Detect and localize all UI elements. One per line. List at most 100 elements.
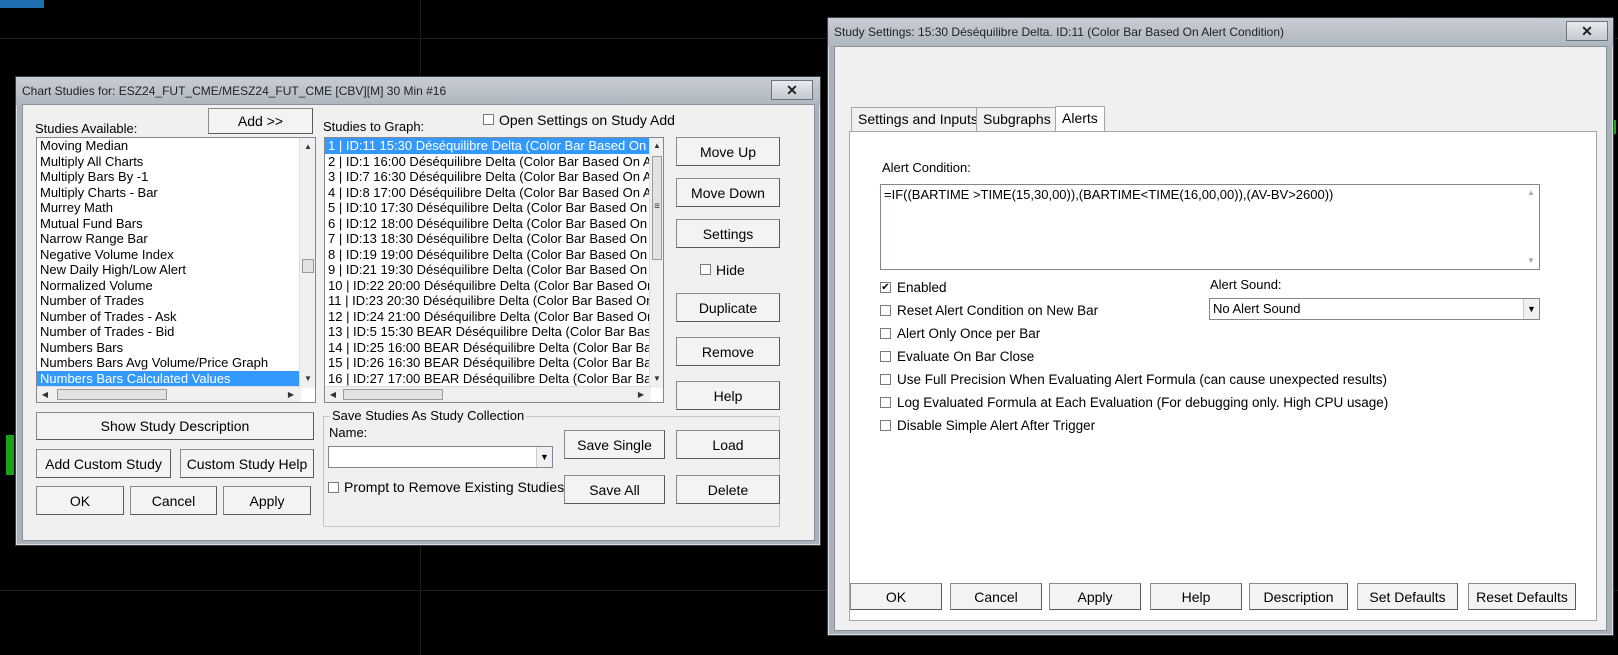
scroll-up-arrow-icon[interactable]: ▲ (302, 142, 314, 152)
ok-button[interactable]: OK (850, 583, 942, 610)
list-item[interactable]: 5 | ID:10 17:30 Déséquilibre Delta (Colo… (325, 200, 663, 216)
horizontal-scrollbar[interactable]: ◀ ▶ (325, 386, 651, 402)
list-item[interactable]: Multiply Charts - Bar (37, 185, 315, 201)
settings-button[interactable]: Settings (676, 219, 780, 248)
description-button[interactable]: Description (1249, 583, 1348, 610)
help-button[interactable]: Help (1150, 583, 1242, 610)
scroll-thumb[interactable] (302, 259, 314, 273)
move-up-button[interactable]: Move Up (676, 137, 780, 166)
list-item[interactable]: 15 | ID:26 16:30 BEAR Déséquilibre Delta… (325, 355, 663, 371)
dropdown-arrow-icon[interactable]: ▼ (536, 447, 552, 467)
list-item[interactable]: Number of Trades (37, 293, 315, 309)
open-settings-checkbox[interactable] (483, 114, 494, 125)
duplicate-button[interactable]: Duplicate (676, 293, 780, 322)
dropdown-arrow-icon[interactable]: ▼ (1523, 299, 1539, 319)
list-item[interactable]: Number of Trades - Ask (37, 309, 315, 325)
tab-subgraphs[interactable]: Subgraphs (976, 107, 1058, 131)
list-item[interactable]: Narrow Range Bar (37, 231, 315, 247)
list-item[interactable]: Numbers Bars Avg Volume/Price Graph (37, 355, 315, 371)
alert-option-checkbox[interactable] (880, 351, 891, 362)
list-item[interactable]: Murrey Math (37, 200, 315, 216)
remove-button[interactable]: Remove (676, 337, 780, 366)
delete-button[interactable]: Delete (676, 475, 780, 504)
alert-option-label: Log Evaluated Formula at Each Evaluation… (897, 395, 1389, 410)
help-button[interactable]: Help (676, 381, 780, 410)
studies-available-list[interactable]: Moving Median Multiply All Charts Multiply… (36, 137, 316, 403)
show-study-description-button[interactable]: Show Study Description (36, 412, 314, 440)
cancel-button[interactable]: Cancel (950, 583, 1042, 610)
alert-sound-select[interactable]: No Alert Sound ▼ (1209, 298, 1540, 320)
scroll-left-arrow-icon[interactable]: ◀ (327, 390, 339, 400)
list-item[interactable]: Multiply Bars By -1 (37, 169, 315, 185)
alert-condition-textarea[interactable]: =IF((BARTIME >TIME(15,30,00)),(BARTIME<T… (880, 184, 1540, 270)
prompt-remove-checkbox[interactable] (328, 482, 339, 493)
scroll-down-arrow-icon[interactable]: ▼ (302, 374, 314, 384)
scroll-right-arrow-icon[interactable]: ▶ (285, 390, 297, 400)
alert-option-label: Reset Alert Condition on New Bar (897, 303, 1099, 318)
set-defaults-button[interactable]: Set Defaults (1357, 583, 1458, 610)
hide-checkbox[interactable] (700, 264, 711, 275)
close-button[interactable]: ✕ (1566, 21, 1608, 41)
list-item[interactable]: 7 | ID:13 18:30 Déséquilibre Delta (Colo… (325, 231, 663, 247)
alert-option-checkbox[interactable] (880, 305, 891, 316)
list-item[interactable]: Number of Trades - Bid (37, 324, 315, 340)
list-item[interactable]: 9 | ID:21 19:30 Déséquilibre Delta (Colo… (325, 262, 663, 278)
list-item[interactable]: New Daily High/Low Alert (37, 262, 315, 278)
list-item[interactable]: 1 | ID:11 15:30 Déséquilibre Delta (Colo… (325, 138, 663, 154)
scroll-up-arrow-icon[interactable]: ▲ (651, 141, 663, 151)
cancel-button[interactable]: Cancel (130, 486, 217, 515)
list-item[interactable]: 10 | ID:22 20:00 Déséquilibre Delta (Col… (325, 278, 663, 294)
alert-option-checkbox[interactable] (880, 328, 891, 339)
list-item[interactable]: 6 | ID:12 18:00 Déséquilibre Delta (Colo… (325, 216, 663, 232)
scroll-thumb[interactable] (343, 389, 443, 400)
list-item[interactable]: Numbers Bars (37, 340, 315, 356)
list-item[interactable]: 2 | ID:1 16:00 Déséquilibre Delta (Color… (325, 154, 663, 170)
alert-option-checkbox[interactable] (880, 420, 891, 431)
list-item[interactable]: 3 | ID:7 16:30 Déséquilibre Delta (Color… (325, 169, 663, 185)
list-item[interactable]: Negative Volume Index (37, 247, 315, 263)
apply-button[interactable]: Apply (223, 486, 311, 515)
list-item[interactable]: 13 | ID:5 15:30 BEAR Déséquilibre Delta … (325, 324, 663, 340)
tab-alerts[interactable]: Alerts (1055, 106, 1105, 132)
scroll-right-arrow-icon[interactable]: ▶ (635, 390, 647, 400)
vertical-scrollbar[interactable]: ▲ ▼ (299, 138, 315, 388)
list-item[interactable]: Moving Median (37, 138, 315, 154)
alert-option-checkbox[interactable]: ✔ (880, 282, 891, 293)
close-button[interactable]: ✕ (771, 80, 813, 100)
move-down-button[interactable]: Move Down (676, 178, 780, 207)
scroll-down-arrow-icon[interactable]: ▼ (1525, 256, 1537, 266)
list-item[interactable]: Multiply All Charts (37, 154, 315, 170)
save-single-button[interactable]: Save Single (564, 430, 665, 459)
list-item[interactable]: 11 | ID:23 20:30 Déséquilibre Delta (Col… (325, 293, 663, 309)
scroll-thumb[interactable] (57, 389, 167, 400)
list-item[interactable]: 16 | ID:27 17:00 BEAR Déséquilibre Delta… (325, 371, 663, 387)
load-button[interactable]: Load (676, 430, 780, 459)
reset-defaults-button[interactable]: Reset Defaults (1468, 583, 1576, 610)
alert-option-checkbox[interactable] (880, 397, 891, 408)
ok-button[interactable]: OK (36, 486, 124, 515)
list-item[interactable]: 14 | ID:25 16:00 BEAR Déséquilibre Delta… (325, 340, 663, 356)
list-item[interactable]: 4 | ID:8 17:00 Déséquilibre Delta (Color… (325, 185, 663, 201)
list-item[interactable]: Mutual Fund Bars (37, 216, 315, 232)
horizontal-scrollbar[interactable]: ◀ ▶ (37, 386, 301, 402)
custom-study-help-button[interactable]: Custom Study Help (180, 449, 314, 478)
collection-name-combo[interactable]: ▼ (328, 446, 553, 468)
add-custom-study-button[interactable]: Add Custom Study (36, 449, 171, 478)
list-item[interactable]: 12 | ID:24 21:00 Déséquilibre Delta (Col… (325, 309, 663, 325)
scroll-up-arrow-icon[interactable]: ▲ (1525, 188, 1537, 198)
vertical-scrollbar[interactable]: ▲ ≡ ▼ (649, 138, 663, 388)
scroll-grip-icon: ≡ (654, 201, 660, 212)
scroll-left-arrow-icon[interactable]: ◀ (39, 390, 51, 400)
tab-settings-and-inputs[interactable]: Settings and Inputs (851, 107, 985, 131)
save-all-button[interactable]: Save All (564, 475, 665, 504)
add-label: Add >> (237, 113, 284, 129)
scroll-down-arrow-icon[interactable]: ▼ (651, 374, 663, 384)
alert-option-checkbox[interactable] (880, 374, 891, 385)
list-item[interactable]: Numbers Bars Calculated Values (37, 370, 315, 386)
open-settings-label: Open Settings on Study Add (499, 112, 675, 128)
studies-to-graph-list[interactable]: 1 | ID:11 15:30 Déséquilibre Delta (Colo… (324, 137, 664, 403)
list-item[interactable]: 8 | ID:19 19:00 Déséquilibre Delta (Colo… (325, 247, 663, 263)
apply-button[interactable]: Apply (1049, 583, 1141, 610)
add-study-button[interactable]: Add >> (208, 108, 313, 134)
list-item[interactable]: Normalized Volume (37, 278, 315, 294)
